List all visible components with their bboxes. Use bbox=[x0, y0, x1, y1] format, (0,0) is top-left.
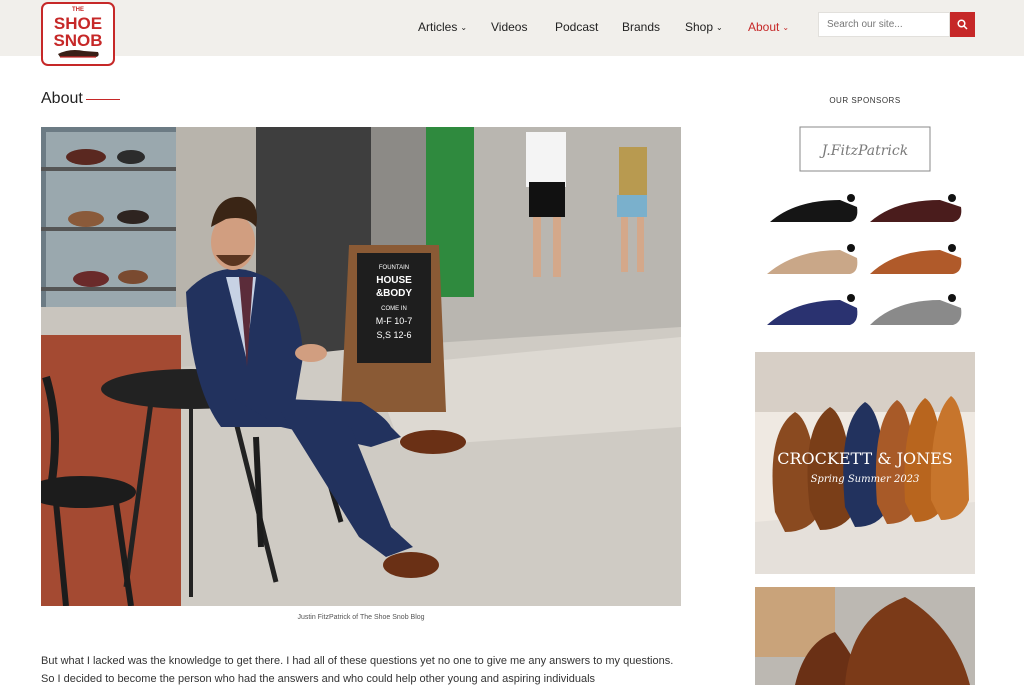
svg-text:J.FitzPatrick: J.FitzPatrick bbox=[819, 143, 908, 159]
shoe-pair-grey-suede bbox=[870, 294, 962, 325]
svg-text:S,S 12-6: S,S 12-6 bbox=[376, 330, 411, 340]
search-button[interactable] bbox=[950, 12, 975, 37]
svg-text:HOUSE: HOUSE bbox=[376, 275, 412, 286]
svg-text:M-F 10-7: M-F 10-7 bbox=[376, 316, 413, 326]
title-underline bbox=[85, 98, 120, 100]
shoe-pair-sand bbox=[767, 244, 858, 274]
sponsor-ad-loafers[interactable] bbox=[755, 587, 975, 685]
site-header: THE SHOE SNOB Articles ⌄ Videos Podcast B… bbox=[0, 0, 1024, 66]
page-title: About bbox=[41, 90, 120, 108]
sponsor-ad-fitzpatrick[interactable]: J.FitzPatrick bbox=[755, 122, 975, 337]
nav-item-videos[interactable]: Videos bbox=[491, 18, 527, 36]
page-title-text: About bbox=[41, 90, 83, 107]
nav-item-articles[interactable]: Articles ⌄ bbox=[418, 18, 467, 36]
search-icon bbox=[957, 19, 968, 30]
hero-photo: FOUNTAIN HOUSE &BODY COME IN M-F 10-7 S,… bbox=[41, 127, 681, 606]
nav-item-brands[interactable]: Brands bbox=[622, 18, 660, 36]
photo-caption: Justin FitzPatrick of The Shoe Snob Blog bbox=[297, 614, 425, 621]
shoe-pair-black bbox=[770, 194, 858, 222]
svg-text:THE: THE bbox=[72, 7, 84, 13]
svg-text:SNOB: SNOB bbox=[53, 31, 102, 50]
about-paragraph: But what I lacked was the knowledge to g… bbox=[41, 655, 674, 685]
svg-text:&BODY: &BODY bbox=[376, 288, 412, 299]
nav-item-about[interactable]: About ⌄ bbox=[748, 18, 789, 36]
sponsors-heading: OUR SPONSORS bbox=[829, 96, 901, 105]
nav-item-podcast[interactable]: Podcast bbox=[555, 18, 598, 36]
shoe-pair-navy-suede bbox=[767, 294, 858, 325]
shoe-snob-logo[interactable]: THE SHOE SNOB bbox=[40, 2, 116, 68]
chevron-down-icon: ⌄ bbox=[716, 23, 723, 32]
svg-text:CROCKETT & JONES: CROCKETT & JONES bbox=[777, 449, 953, 468]
chevron-down-icon: ⌄ bbox=[782, 23, 790, 32]
chevron-down-icon: ⌄ bbox=[460, 23, 468, 32]
sponsor-ad-crockett-jones[interactable]: CROCKETT & JONES Spring Summer 2023 bbox=[755, 352, 975, 574]
shoe-pair-tan-suede bbox=[870, 244, 962, 274]
search-box bbox=[818, 12, 975, 37]
nav-item-shop[interactable]: Shop ⌄ bbox=[685, 18, 723, 36]
svg-text:Spring Summer 2023: Spring Summer 2023 bbox=[811, 474, 920, 485]
svg-text:FOUNTAIN: FOUNTAIN bbox=[379, 265, 409, 271]
svg-text:COME IN: COME IN bbox=[381, 306, 407, 312]
shoe-pair-burgundy bbox=[870, 194, 962, 222]
search-input[interactable] bbox=[818, 12, 950, 37]
